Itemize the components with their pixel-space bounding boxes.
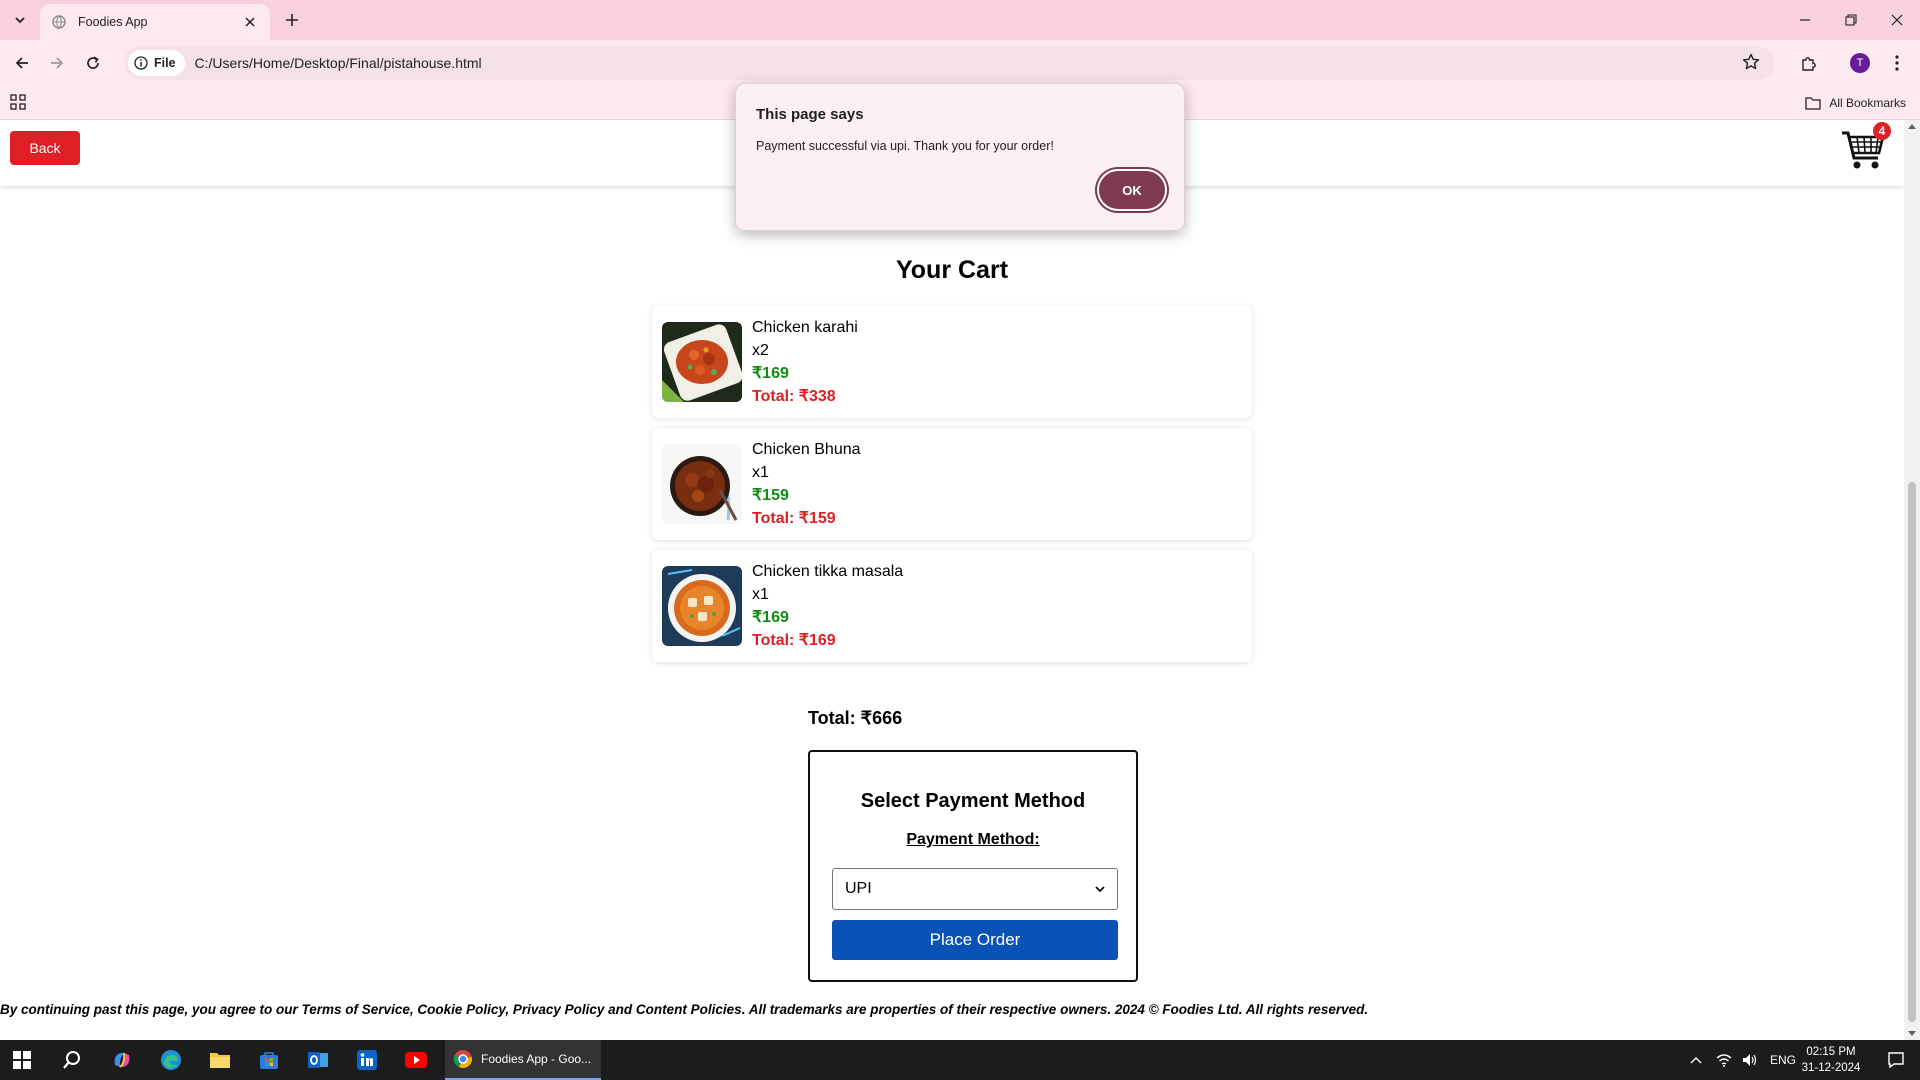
item-line-total: Total: ₹169 <box>752 632 836 649</box>
browser-menu-icon[interactable] <box>1883 49 1911 77</box>
food-image-chicken-karahi <box>662 322 742 402</box>
file-explorer-icon[interactable] <box>200 1044 240 1076</box>
cart-item-info: Chicken Bhuna x1 ₹159 Total: ₹159 <box>752 438 861 530</box>
microsoft-store-icon[interactable] <box>249 1044 289 1076</box>
item-line-total: Total: ₹338 <box>752 388 836 405</box>
windows-start-icon[interactable] <box>2 1044 42 1076</box>
cart-item: Chicken tikka masala x1 ₹169 Total: ₹169 <box>652 550 1252 662</box>
alert-dialog: This page says Payment successful via up… <box>735 83 1185 231</box>
place-order-button[interactable]: Place Order <box>832 920 1118 960</box>
cart-count-badge: 4 <box>1873 122 1891 140</box>
tab-favicon-icon <box>52 14 68 30</box>
scroll-up-arrow-icon[interactable] <box>1908 124 1916 129</box>
scroll-down-arrow-icon[interactable] <box>1908 1031 1916 1036</box>
page-viewport: Back 4 Your Cart Chicken karahi x2 ₹169 … <box>0 120 1904 1040</box>
copilot-icon[interactable] <box>102 1044 142 1076</box>
profile-avatar[interactable]: T <box>1846 49 1874 77</box>
browser-tabstrip: Foodies App <box>0 0 1920 40</box>
all-bookmarks-label: All Bookmarks <box>1829 96 1906 110</box>
item-price: ₹169 <box>752 609 789 626</box>
cart-item: Chicken karahi x2 ₹169 Total: ₹338 <box>652 306 1252 418</box>
all-bookmarks-button[interactable]: All Bookmarks <box>1805 92 1906 114</box>
volume-icon[interactable] <box>1742 1053 1758 1067</box>
apps-grid-icon[interactable] <box>10 94 28 112</box>
item-name: Chicken karahi <box>752 319 858 336</box>
windows-taskbar: Foodies App - Goo... ENG 02:15 PM 31-12-… <box>0 1040 1920 1080</box>
tab-title: Foodies App <box>78 15 148 29</box>
site-info-chip[interactable]: File <box>128 50 185 76</box>
item-price: ₹159 <box>752 487 789 504</box>
reload-icon[interactable] <box>79 49 107 77</box>
payment-panel: Select Payment Method Payment Method: UP… <box>808 750 1138 982</box>
search-icon[interactable] <box>52 1044 92 1076</box>
outlook-icon[interactable] <box>298 1044 338 1076</box>
item-name: Chicken Bhuna <box>752 441 861 458</box>
taskbar-chrome-window[interactable]: Foodies App - Goo... <box>445 1040 601 1080</box>
system-tray: ENG <box>1690 1040 1796 1080</box>
food-image-chicken-tikka-masala <box>662 566 742 646</box>
dialog-ok-button[interactable]: OK <box>1097 169 1167 211</box>
restore-icon[interactable] <box>1828 0 1874 40</box>
linkedin-icon[interactable] <box>347 1044 387 1076</box>
cart-grand-total: Total: ₹666 <box>808 708 903 728</box>
taskbar-clock[interactable]: 02:15 PM 31-12-2024 <box>1796 1044 1866 1076</box>
info-icon <box>134 56 148 70</box>
item-price: ₹169 <box>752 365 789 382</box>
taskbar-task-label: Foodies App - Goo... <box>481 1052 592 1066</box>
tab-close-icon[interactable] <box>242 14 258 30</box>
clock-time: 02:15 PM <box>1806 1046 1856 1058</box>
close-window-icon[interactable] <box>1874 0 1920 40</box>
item-quantity: x1 <box>752 464 769 481</box>
dialog-message: Payment successful via upi. Thank you fo… <box>756 139 1054 153</box>
footer-legal-text: By continuing past this page, you agree … <box>0 1002 1369 1017</box>
dialog-title: This page says <box>756 106 864 123</box>
payment-method-label: Payment Method: <box>906 831 1040 848</box>
site-info-label: File <box>154 56 176 70</box>
notifications-icon[interactable] <box>1876 1044 1916 1076</box>
profile-initial: T <box>1850 53 1870 73</box>
cart-item: Chicken Bhuna x1 ₹159 Total: ₹159 <box>652 428 1252 540</box>
cart-item-info: Chicken karahi x2 ₹169 Total: ₹338 <box>752 316 858 408</box>
clock-date: 31-12-2024 <box>1801 1062 1861 1074</box>
edge-browser-icon[interactable] <box>151 1044 191 1076</box>
chevron-down-icon <box>1095 886 1105 893</box>
youtube-icon[interactable] <box>396 1044 436 1076</box>
url-text: C:/Users/Home/Desktop/Final/pistahouse.h… <box>194 55 482 71</box>
payment-panel-title: Select Payment Method <box>860 790 1086 812</box>
cart-heading: Your Cart <box>895 256 1009 284</box>
language-indicator[interactable]: ENG <box>1770 1053 1796 1067</box>
wifi-icon[interactable] <box>1716 1053 1732 1067</box>
tab-search-chevron-icon[interactable] <box>8 8 32 32</box>
bookmark-star-icon[interactable] <box>1742 53 1762 73</box>
tray-chevron-up-icon[interactable] <box>1690 1056 1702 1064</box>
cart-item-info: Chicken tikka masala x1 ₹169 Total: ₹169 <box>752 560 903 652</box>
browser-toolbar: File C:/Users/Home/Desktop/Final/pistaho… <box>0 40 1920 86</box>
item-quantity: x2 <box>752 342 769 359</box>
folder-icon <box>1805 97 1821 110</box>
minimize-icon[interactable] <box>1782 0 1828 40</box>
page-scrollbar[interactable] <box>1904 120 1920 1040</box>
address-bar[interactable]: File C:/Users/Home/Desktop/Final/pistaho… <box>124 46 1774 80</box>
forward-arrow-icon[interactable] <box>43 49 71 77</box>
back-arrow-icon[interactable] <box>8 49 36 77</box>
back-button[interactable]: Back <box>10 131 80 165</box>
payment-method-value: UPI <box>845 880 872 897</box>
browser-tab[interactable]: Foodies App <box>40 4 270 40</box>
new-tab-plus-icon[interactable] <box>280 8 304 32</box>
payment-method-select[interactable]: UPI <box>832 868 1118 910</box>
chrome-icon <box>453 1050 473 1068</box>
food-image-chicken-bhuna <box>662 444 742 524</box>
item-quantity: x1 <box>752 586 769 603</box>
item-line-total: Total: ₹159 <box>752 510 836 527</box>
scrollbar-thumb[interactable] <box>1908 482 1916 1022</box>
extensions-puzzle-icon[interactable] <box>1795 49 1823 77</box>
item-name: Chicken tikka masala <box>752 563 904 580</box>
